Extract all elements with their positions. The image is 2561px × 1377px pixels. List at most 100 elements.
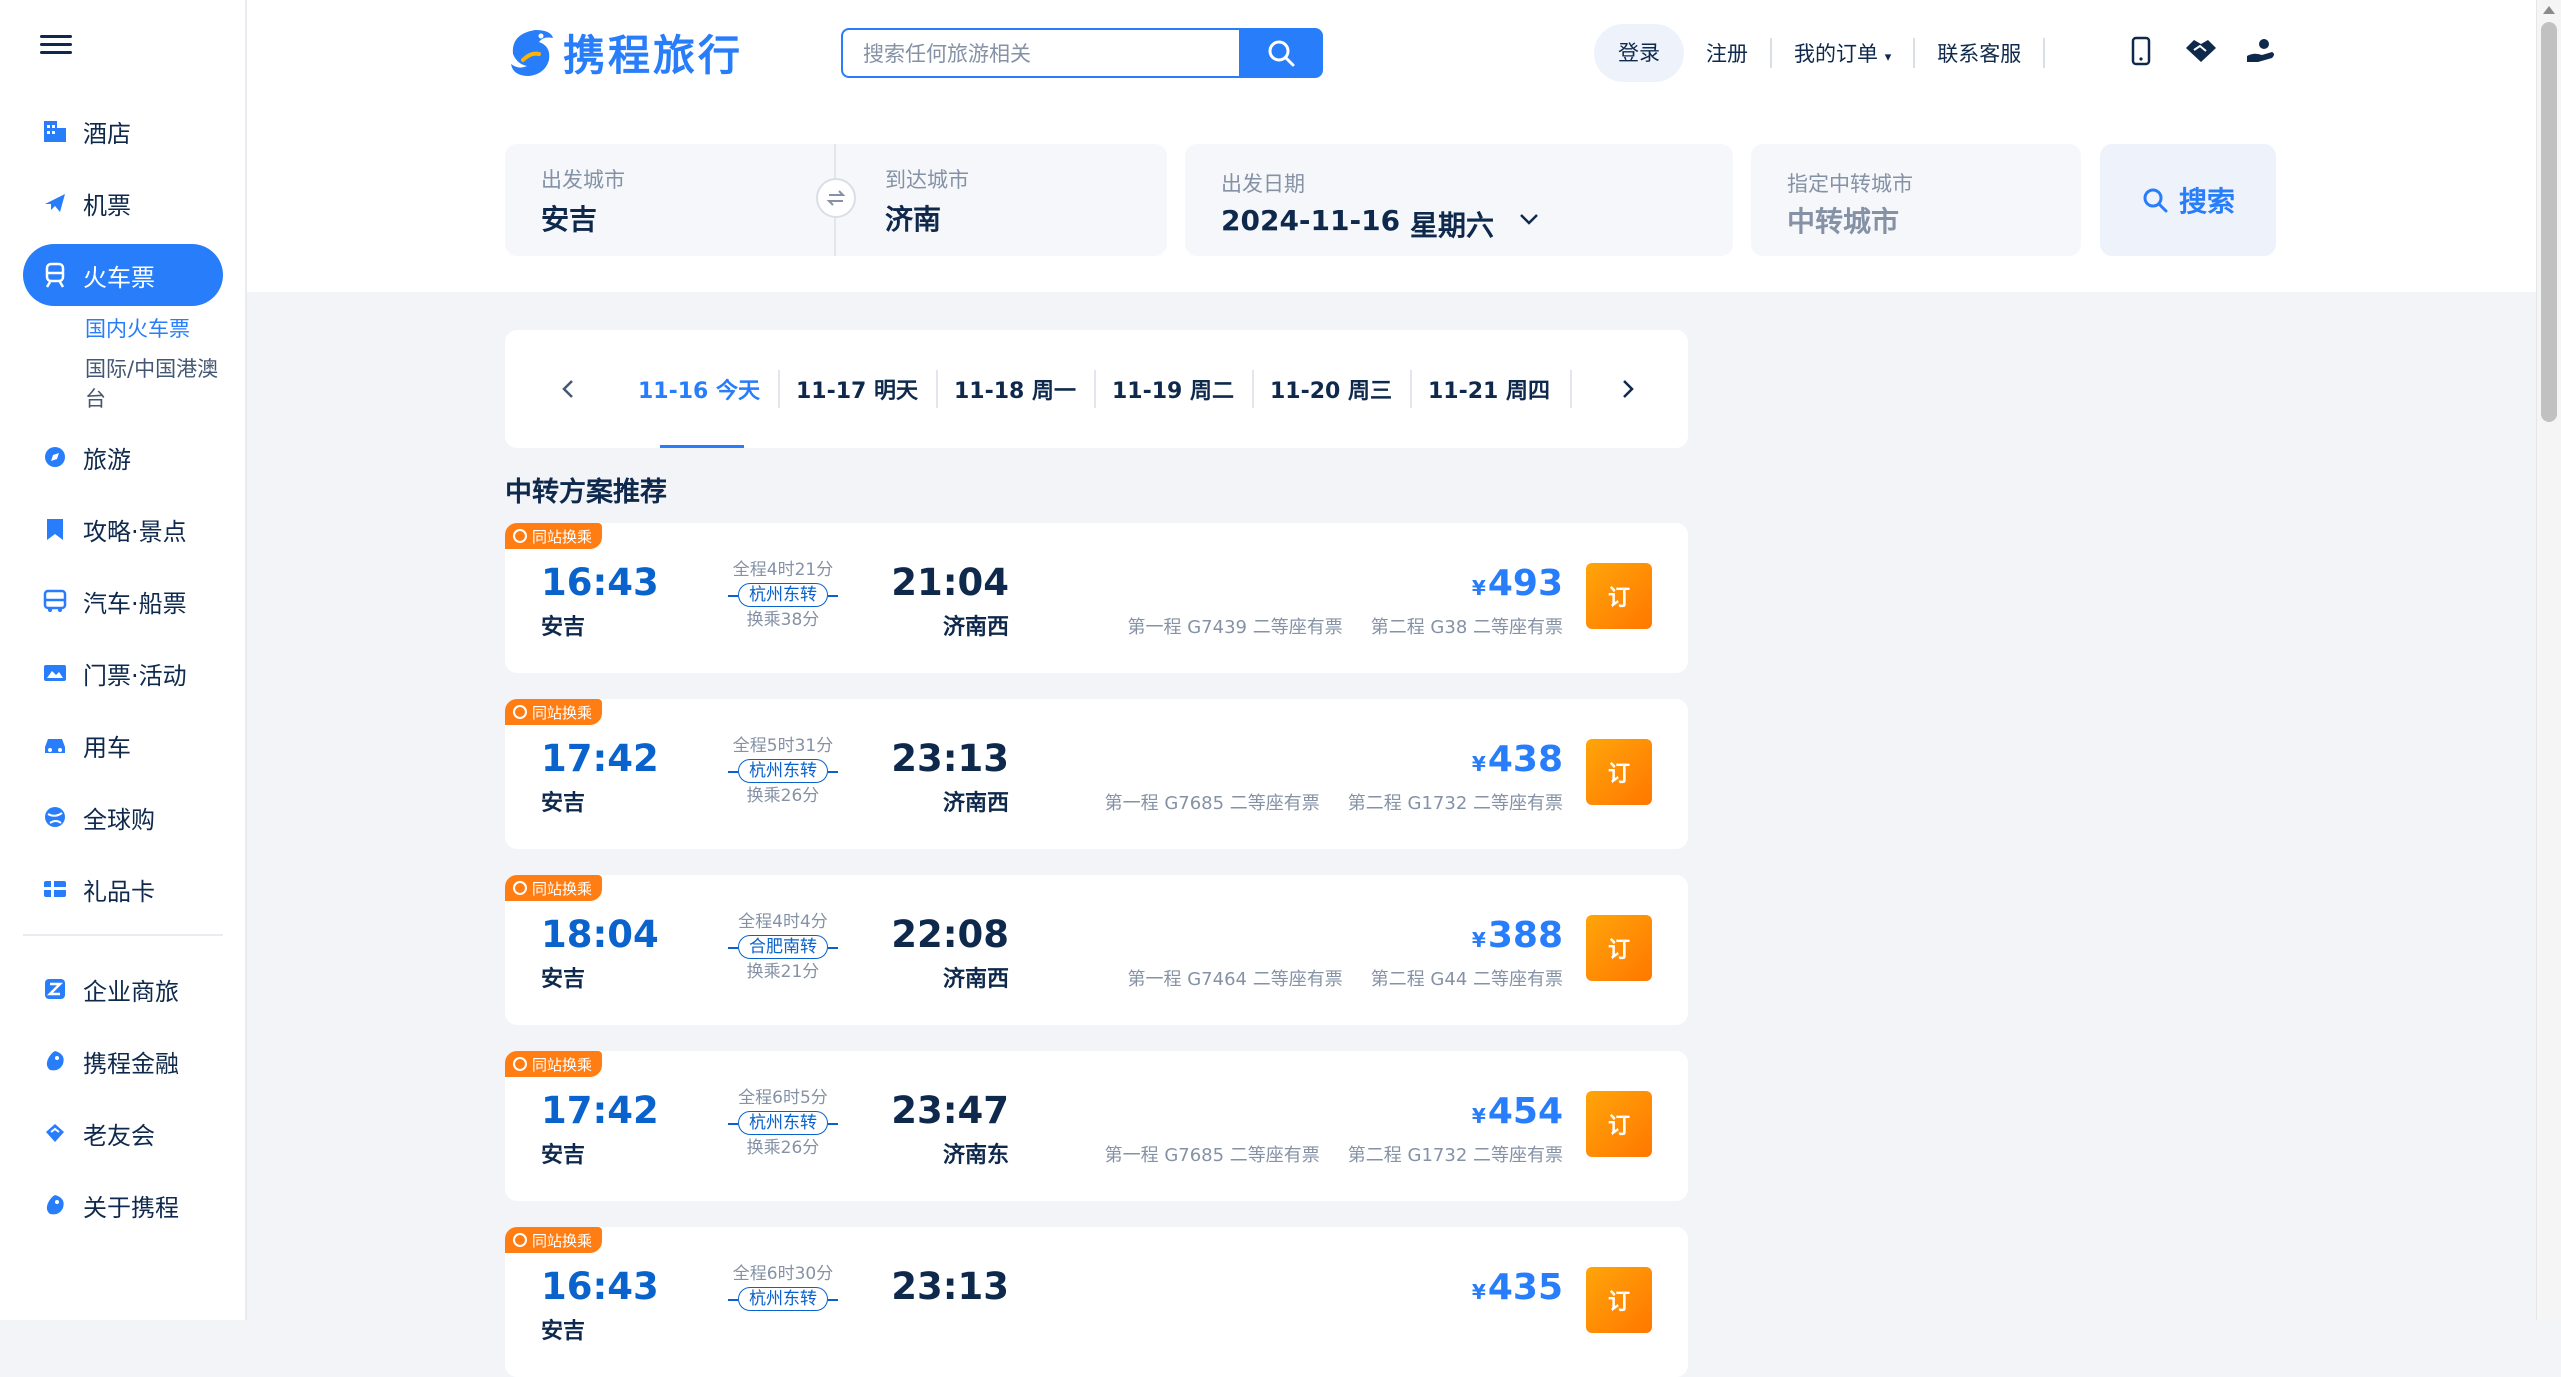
sidebar-nav: 酒店 机票 火车票 国内火车票 国际/中国港澳台 旅游 攻略·景点 汽车·船票 [23, 100, 223, 1246]
price: ¥388 [1472, 915, 1563, 956]
date-tab-1119[interactable]: 11-19 周二 [1094, 330, 1252, 448]
mobile-app-icon[interactable] [2124, 34, 2158, 68]
arrival-time: 22:08 [891, 913, 1009, 956]
total-duration: 全程6时5分 [738, 1088, 828, 1108]
arrival-value: 济南 [885, 203, 942, 236]
search-button[interactable] [1239, 28, 1323, 78]
menu-icon[interactable] [40, 30, 72, 62]
customer-service-link[interactable]: 联系客服 [1915, 38, 2043, 68]
leg-info: 第一程 G7685 二等座有票 第二程 G1732 二等座有票 [1105, 789, 1563, 815]
price: ¥435 [1472, 1267, 1563, 1308]
sidebar-item-about[interactable]: 关于携程 [23, 1174, 223, 1236]
transfer-badge-icon [513, 529, 527, 543]
date-tab-bar: 11-16 今天 11-17 明天 11-18 周一 11-19 周二 11-2… [505, 330, 1688, 448]
transfer-info: 全程4时21分 杭州东转 换乘38分 [725, 559, 841, 631]
date-tab-1120[interactable]: 11-20 周三 [1252, 330, 1410, 448]
result-card[interactable]: 同站换乘 18:04 安吉 全程4时4分 合肥南转 换乘21分 22:08 济南… [505, 875, 1688, 1025]
book-button[interactable]: 订 [1586, 739, 1652, 805]
sidebar-item-guides[interactable]: 攻略·景点 [23, 498, 223, 560]
second-leg: 第二程 G44 二等座有票 [1370, 969, 1563, 990]
hotel-icon [41, 117, 69, 145]
sidebar-item-label: 火车票 [83, 263, 155, 292]
transfer-badge-icon [513, 1233, 527, 1247]
sidebar-item-tickets[interactable]: 门票·活动 [23, 642, 223, 704]
result-card[interactable]: 同站换乘 16:43 安吉 全程4时21分 杭州东转 换乘38分 21:04 济… [505, 523, 1688, 673]
departure-time: 18:04 [541, 913, 659, 956]
bookmark-icon [41, 515, 69, 543]
top-links: 登录 注册 我的订单 ▾ 联系客服 [1594, 24, 2046, 82]
currency-symbol: ¥ [1471, 576, 1486, 600]
badge-label: 同站换乘 [532, 527, 593, 546]
sidebar-item-business[interactable]: 企业商旅 [23, 958, 223, 1020]
sidebar-item-travel[interactable]: 旅游 [23, 426, 223, 488]
transfer-wait: 换乘38分 [746, 610, 820, 630]
business-icon [41, 975, 69, 1003]
book-button[interactable]: 订 [1586, 915, 1652, 981]
my-orders-link[interactable]: 我的订单 ▾ [1772, 38, 1913, 68]
page-scrollbar[interactable] [2536, 0, 2561, 1320]
handshake-icon[interactable] [2184, 34, 2218, 68]
departure-city-field[interactable]: 出发城市 安吉 [505, 144, 833, 256]
sidebar-item-hotel[interactable]: 酒店 [23, 100, 223, 162]
transfer-label: 指定中转城市 [1787, 172, 1913, 196]
second-leg: 第二程 G38 二等座有票 [1370, 617, 1563, 638]
date-field[interactable]: 出发日期 2024-11-16 星期六 [1185, 144, 1733, 256]
search-input[interactable]: 搜索任何旅游相关 [841, 28, 1241, 78]
currency-symbol: ¥ [1471, 928, 1486, 952]
train-icon [41, 261, 69, 289]
date-tab-1121[interactable]: 11-21 周四 [1410, 330, 1568, 448]
badge-label: 同站换乘 [532, 1231, 593, 1250]
price-value: 388 [1487, 915, 1563, 956]
scroll-up-arrow[interactable] [2543, 6, 2555, 14]
departure-label: 出发城市 [541, 168, 625, 192]
subnav-domestic-train[interactable]: 国内火车票 [85, 314, 223, 344]
book-button[interactable]: 订 [1586, 563, 1652, 629]
next-dates-button[interactable] [1603, 364, 1653, 414]
sidebar-item-flights[interactable]: 机票 [23, 172, 223, 234]
transfer-wait: 换乘21分 [746, 962, 820, 982]
badge-label: 同站换乘 [532, 1055, 593, 1074]
result-card[interactable]: 同站换乘 16:43 安吉 全程6时30分 杭州东转 23:13 ¥435 订 [505, 1227, 1688, 1377]
about-icon [41, 1191, 69, 1219]
search-trains-label: 搜索 [2178, 185, 2235, 218]
scroll-thumb[interactable] [2541, 22, 2557, 422]
swap-cities-button[interactable] [816, 178, 856, 218]
result-card[interactable]: 同站换乘 17:42 安吉 全程6时5分 杭州东转 换乘26分 23:47 济南… [505, 1051, 1688, 1201]
search-trains-button[interactable]: 搜索 [2100, 144, 2276, 256]
date-tab-1117[interactable]: 11-17 明天 [778, 330, 936, 448]
transfer-city-field[interactable]: 指定中转城市 中转城市 [1751, 144, 2081, 256]
arrival-time: 23:47 [891, 1089, 1009, 1132]
transfer-info: 全程4时4分 合肥南转 换乘21分 [725, 911, 841, 983]
date-tab-1118[interactable]: 11-18 周一 [936, 330, 1094, 448]
prev-dates-button[interactable] [543, 364, 593, 414]
book-button[interactable]: 订 [1586, 1267, 1652, 1333]
same-station-badge: 同站换乘 [505, 1051, 603, 1077]
departure-station: 安吉 [541, 791, 586, 816]
sidebar-item-giftcard[interactable]: 礼品卡 [23, 858, 223, 920]
arrival-station: 济南西 [942, 967, 1009, 992]
register-link[interactable]: 注册 [1684, 38, 1770, 68]
sidebar-item-train[interactable]: 火车票 [23, 244, 223, 306]
total-duration: 全程4时4分 [738, 912, 828, 932]
result-card[interactable]: 同站换乘 17:42 安吉 全程5时31分 杭州东转 换乘26分 23:13 济… [505, 699, 1688, 849]
subnav-international-train[interactable]: 国际/中国港澳台 [85, 354, 223, 414]
service-hand-icon[interactable] [2244, 34, 2278, 68]
login-link[interactable]: 登录 [1594, 24, 1684, 82]
sidebar-item-finance[interactable]: 携程金融 [23, 1030, 223, 1092]
globe-icon [41, 803, 69, 831]
logo[interactable]: 携程旅行 [505, 22, 743, 82]
sidebar-item-global-shop[interactable]: 全球购 [23, 786, 223, 848]
price-value: 438 [1487, 739, 1563, 780]
date-tab-1116[interactable]: 11-16 今天 [620, 330, 778, 448]
sidebar-item-car[interactable]: 用车 [23, 714, 223, 776]
transfer-info: 全程5时31分 杭州东转 换乘26分 [725, 735, 841, 807]
book-button[interactable]: 订 [1586, 1091, 1652, 1157]
sidebar: 酒店 机票 火车票 国内火车票 国际/中国港澳台 旅游 攻略·景点 汽车·船票 [0, 0, 247, 1320]
departure-value: 安吉 [541, 203, 598, 236]
first-leg: 第一程 G7685 二等座有票 [1104, 1145, 1320, 1166]
arrival-city-field[interactable]: 到达城市 济南 [852, 144, 1167, 256]
sidebar-item-club[interactable]: 老友会 [23, 1102, 223, 1164]
second-leg: 第二程 G1732 二等座有票 [1347, 1145, 1563, 1166]
sidebar-item-label: 旅游 [83, 445, 131, 474]
sidebar-item-bus[interactable]: 汽车·船票 [23, 570, 223, 632]
